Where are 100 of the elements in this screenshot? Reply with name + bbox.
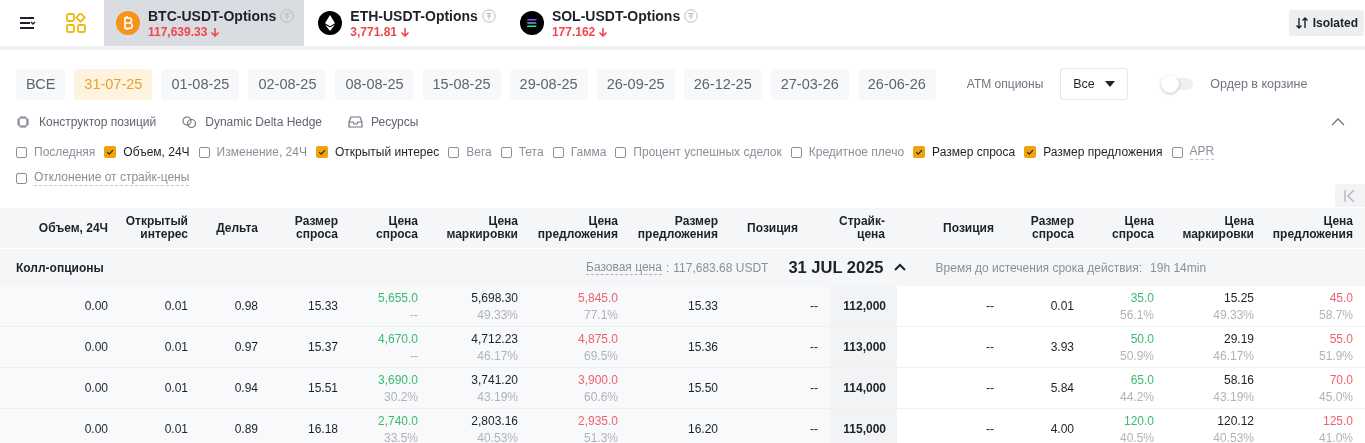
info-icon — [280, 8, 295, 23]
checkbox-label: Последняя — [34, 145, 96, 159]
ask-price: 3,900.0 — [577, 372, 618, 387]
tool-link[interactable]: Конструктор позиций — [16, 115, 157, 129]
table-cell: 5.84 — [1050, 381, 1074, 395]
table-cell: 4.00 — [1050, 422, 1074, 436]
table-cell: 15.50 — [687, 381, 718, 395]
expiry-chip[interactable]: 29-08-25 — [509, 68, 588, 100]
checkbox-label: Открытый интерес — [334, 145, 440, 159]
circles-icon — [182, 115, 198, 129]
table-cell: 0.01 — [164, 422, 188, 436]
tool-link[interactable]: Dynamic Delta Hedge — [182, 115, 322, 129]
ask-price: 70.0 — [1329, 372, 1353, 387]
implied-volatility: 43.19% — [477, 389, 518, 404]
market-tab[interactable]: BTC-USDT-Options 117,639.33 — [104, 0, 305, 46]
checkbox-label: Отклонение от страйк-цены — [34, 170, 190, 186]
coin-icon — [519, 11, 544, 35]
implied-volatility: 40.53% — [1213, 430, 1254, 443]
expiry-chip[interactable]: 08-08-25 — [335, 68, 414, 100]
atm-dropdown[interactable]: Все — [1060, 68, 1129, 100]
base-price-value: 117,683.68 USDT — [673, 260, 769, 275]
mark-price: 58.16 — [1223, 372, 1254, 387]
column-header: Цена предложения — [1271, 215, 1354, 241]
menu-icon[interactable] — [18, 14, 36, 32]
checkbox-label: Тета — [518, 145, 544, 159]
checkbox[interactable] — [1024, 146, 1037, 158]
implied-volatility: 49.33% — [1213, 307, 1254, 322]
expiry-chip[interactable]: 26-12-25 — [683, 68, 762, 100]
checkbox[interactable] — [16, 172, 27, 184]
implied-volatility: 33.5% — [383, 430, 418, 443]
table-cell: 0.01 — [1050, 299, 1074, 313]
table-cell: -- — [810, 381, 818, 395]
expiry-chip[interactable]: 15-08-25 — [422, 68, 501, 100]
grid-icon[interactable] — [66, 13, 86, 33]
checkbox[interactable] — [1171, 146, 1183, 158]
market-tab[interactable]: ETH-USDT-Options 3,771.81 — [306, 0, 506, 46]
expiry-chip[interactable]: 26-06-26 — [857, 68, 936, 100]
table-cell: 15.37 — [307, 340, 338, 354]
bid-price: 120.0 — [1123, 413, 1154, 428]
strike-price: 112,000 — [843, 299, 886, 313]
table-cell: -- — [986, 340, 994, 354]
chevron-up-icon[interactable] — [893, 263, 906, 272]
expiry-date: 31 JUL 2025 — [788, 258, 884, 277]
column-header: Дельта — [215, 221, 259, 235]
inbox-icon — [348, 115, 363, 129]
checkbox[interactable] — [500, 146, 512, 158]
expiry-chip[interactable]: 02-08-25 — [248, 68, 327, 100]
table-cell: 0.01 — [164, 340, 188, 354]
checkbox-label: Вега — [466, 145, 492, 159]
table-cell: 15.36 — [687, 340, 718, 354]
implied-volatility: 40.5% — [1119, 430, 1154, 443]
column-header: Размер спроса — [1029, 215, 1075, 241]
checkbox-label: Изменение, 24Ч — [216, 145, 307, 159]
implied-volatility: 77.1% — [583, 307, 618, 322]
column-header: Цена предложения — [536, 215, 619, 241]
checkbox[interactable] — [552, 146, 564, 158]
implied-volatility: 46.17% — [477, 348, 518, 363]
expiry-time-label: Время до истечения срока действия: — [935, 260, 1143, 275]
implied-volatility: 60.6% — [583, 389, 618, 404]
ask-price: 2,935.0 — [577, 413, 618, 428]
checkbox-label: Размер спроса — [932, 145, 1016, 159]
expiry-chip[interactable]: 01-08-25 — [161, 68, 240, 100]
info-icon — [684, 8, 699, 23]
table-cell: 0.97 — [234, 340, 258, 354]
table-cell: -- — [986, 299, 994, 313]
market-tab[interactable]: SOL-USDT-Options 177.162 — [507, 0, 709, 46]
strike-price: 114,000 — [843, 381, 886, 395]
checkbox[interactable] — [104, 146, 117, 158]
ask-price: 55.0 — [1329, 331, 1353, 346]
tool-link[interactable]: Ресурсы — [348, 115, 419, 129]
table-cell: -- — [810, 299, 818, 313]
table-cell: 15.33 — [307, 299, 338, 313]
implied-volatility: 56.1% — [1119, 307, 1154, 322]
checkbox[interactable] — [16, 146, 27, 158]
checkbox[interactable] — [315, 146, 328, 158]
implied-volatility: 43.19% — [1213, 389, 1254, 404]
bid-price: 3,690.0 — [377, 372, 418, 387]
table-cell: 0.94 — [234, 381, 258, 395]
mark-price: 29.19 — [1223, 331, 1254, 346]
checkbox[interactable] — [790, 146, 802, 158]
ask-price: 125.0 — [1322, 413, 1353, 428]
expiry-chip[interactable]: 27-03-26 — [770, 68, 849, 100]
checkbox[interactable] — [198, 146, 210, 158]
collapse-icon[interactable] — [1331, 118, 1345, 126]
checkbox[interactable] — [913, 146, 926, 158]
checkbox[interactable] — [448, 146, 460, 158]
expiry-chip[interactable]: 26-09-25 — [596, 68, 675, 100]
expiry-chip[interactable]: ВСЕ — [16, 68, 66, 100]
table-cell: 0.01 — [164, 299, 188, 313]
table-cell: 16.20 — [687, 422, 718, 436]
ask-price: 5,845.0 — [577, 290, 618, 305]
toggle-switch[interactable] — [1163, 78, 1194, 90]
bid-price: 5,655.0 — [377, 290, 418, 305]
margin-mode-button[interactable]: Isolated — [1288, 10, 1364, 36]
column-header: Объем, 24Ч — [37, 221, 109, 235]
checkbox-label: Кредитное плечо — [808, 145, 905, 159]
column-header: Позиция — [746, 221, 799, 235]
coin-icon — [318, 11, 343, 35]
checkbox[interactable] — [615, 146, 627, 158]
bid-price: 2,740.0 — [377, 413, 418, 428]
